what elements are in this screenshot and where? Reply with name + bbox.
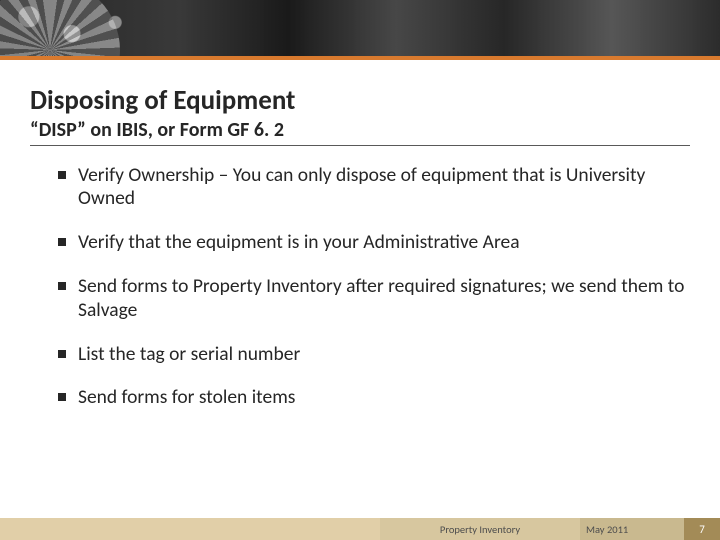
- slide-content: Disposing of Equipment “DISP” on IBIS, o…: [0, 60, 720, 410]
- footer-page-number: 7: [684, 518, 720, 540]
- footer-segment: [0, 518, 380, 540]
- footer-bar: Property Inventory May 2011 7: [0, 518, 720, 540]
- list-item: Send forms for stolen items: [58, 386, 690, 410]
- bullet-list: Verify Ownership – You can only dispose …: [30, 164, 690, 410]
- list-item: Send forms to Property Inventory after r…: [58, 275, 690, 323]
- slide-title: Disposing of Equipment: [30, 86, 690, 116]
- gear-icon: [0, 0, 120, 56]
- slide-subtitle: “DISP” on IBIS, or Form GF 6. 2: [30, 118, 690, 146]
- list-item: Verify that the equipment is in your Adm…: [58, 231, 690, 255]
- list-item: Verify Ownership – You can only dispose …: [58, 164, 690, 212]
- footer-date: May 2011: [580, 518, 684, 540]
- header-image-band: [0, 0, 720, 56]
- footer-source: Property Inventory: [380, 518, 580, 540]
- list-item: List the tag or serial number: [58, 343, 690, 367]
